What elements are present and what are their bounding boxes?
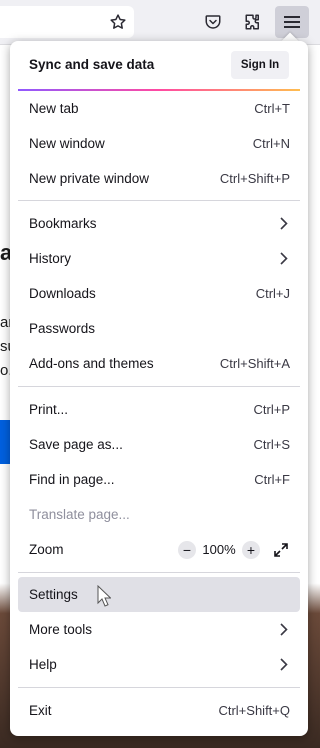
extensions-icon[interactable] (239, 8, 267, 36)
bookmark-star-icon[interactable] (104, 8, 132, 36)
menu-item-new-private-window[interactable]: New private window Ctrl+Shift+P (18, 161, 300, 196)
menu-item-exit[interactable]: Exit Ctrl+Shift+Q (18, 693, 300, 728)
zoom-level[interactable]: 100% (196, 542, 242, 557)
menu-item-label: Downloads (29, 286, 96, 301)
sign-in-button[interactable]: Sign In (231, 51, 289, 79)
menu-item-shortcut: Ctrl+N (252, 136, 290, 151)
menu-item-shortcut: Ctrl+Shift+A (219, 356, 290, 371)
sync-row: Sync and save data Sign In (10, 41, 308, 89)
menu-item-label: Print... (29, 402, 69, 417)
browser-toolbar (0, 0, 320, 45)
menu-item-shortcut: Ctrl+P (253, 402, 290, 417)
menu-item-label: Bookmarks (29, 216, 97, 231)
menu-item-settings[interactable]: Settings (18, 577, 300, 612)
sync-title: Sync and save data (29, 57, 155, 72)
menu-item-label: New tab (29, 101, 79, 116)
hamburger-menu-icon[interactable] (275, 6, 309, 38)
menu-item-shortcut: Ctrl+J (255, 286, 290, 301)
menu-separator (18, 572, 300, 573)
page-background-button (0, 420, 10, 464)
menu-item-find-in-page[interactable]: Find in page... Ctrl+F (18, 462, 300, 497)
chevron-right-icon (278, 623, 290, 636)
menu-item-print[interactable]: Print... Ctrl+P (18, 392, 300, 427)
menu-item-shortcut: Ctrl+S (253, 437, 290, 452)
menu-item-shortcut: Ctrl+F (254, 472, 290, 487)
menu-item-bookmarks[interactable]: Bookmarks (18, 206, 300, 241)
menu-item-new-tab[interactable]: New tab Ctrl+T (18, 91, 300, 126)
menu-item-translate-page: Translate page... (18, 497, 300, 532)
menu-item-label: History (29, 251, 72, 266)
chevron-right-icon (278, 252, 290, 265)
menu-item-label: Translate page... (29, 507, 130, 522)
menu-item-label: Help (29, 657, 57, 672)
menu-item-label: New window (29, 136, 105, 151)
fullscreen-icon[interactable] (272, 541, 290, 559)
menu-item-save-page-as[interactable]: Save page as... Ctrl+S (18, 427, 300, 462)
zoom-out-button[interactable]: − (178, 540, 196, 559)
menu-separator (18, 386, 300, 387)
app-menu-panel: Sync and save data Sign In New tab Ctrl+T… (10, 41, 308, 736)
menu-item-label: More tools (29, 622, 93, 637)
menu-item-label: Passwords (29, 321, 96, 336)
chevron-right-icon (278, 217, 290, 230)
mouse-cursor-icon (97, 584, 112, 612)
menu-item-downloads[interactable]: Downloads Ctrl+J (18, 276, 300, 311)
menu-item-shortcut: Ctrl+T (254, 101, 290, 116)
menu-item-help[interactable]: Help (18, 647, 300, 682)
menu-item-more-tools[interactable]: More tools (18, 612, 300, 647)
menu-item-label: Settings (29, 587, 78, 602)
menu-item-history[interactable]: History (18, 241, 300, 276)
menu-item-new-window[interactable]: New window Ctrl+N (18, 126, 300, 161)
menu-item-label: Zoom (29, 542, 64, 557)
menu-item-zoom[interactable]: Zoom −100% + (18, 532, 300, 567)
pocket-icon[interactable] (199, 8, 227, 36)
menu-separator (18, 200, 300, 201)
zoom-in-button[interactable]: + (242, 540, 260, 559)
menu-item-passwords[interactable]: Passwords (18, 311, 300, 346)
menu-item-shortcut: Ctrl+Shift+P (219, 171, 290, 186)
menu-item-label: Exit (29, 703, 52, 718)
menu-item-shortcut: Ctrl+Shift+Q (218, 703, 290, 718)
zoom-controls: −100% + (178, 540, 290, 559)
menu-item-label: Add-ons and themes (29, 356, 154, 371)
menu-separator (18, 687, 300, 688)
menu-item-label: Find in page... (29, 472, 115, 487)
chevron-right-icon (278, 658, 290, 671)
menu-item-add-ons-and-themes[interactable]: Add-ons and themes Ctrl+Shift+A (18, 346, 300, 381)
menu-item-label: New private window (29, 171, 150, 186)
menu-item-label: Save page as... (29, 437, 123, 452)
